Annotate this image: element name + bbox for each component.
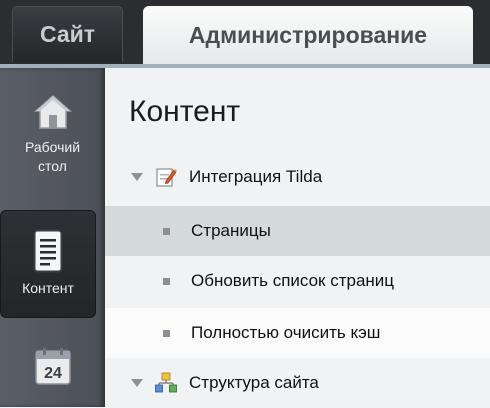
site-structure-icon	[155, 372, 177, 393]
sidebar-item-content[interactable]: Контент	[0, 210, 96, 318]
tab-administration[interactable]: Администрирование	[143, 6, 473, 64]
tree-item-pages[interactable]: Страницы	[105, 206, 490, 256]
sidebar-item-desktop[interactable]: Рабочий стол	[0, 92, 105, 176]
tree-item-label: Структура сайта	[189, 373, 319, 392]
sidebar: Рабочий стол Контент 24	[0, 68, 105, 407]
tree-group-tilda-integration[interactable]: Интеграция Tilda	[105, 152, 490, 202]
tree-item-label: Обновить список страниц	[191, 271, 395, 290]
bullet-icon	[163, 277, 170, 285]
edit-note-icon	[156, 168, 177, 187]
page-title: Контент	[129, 95, 241, 128]
tree-item-clear-cache[interactable]: Полностью очисить кэш	[105, 308, 490, 358]
expand-triangle-icon[interactable]	[131, 173, 143, 181]
bullet-icon	[163, 329, 170, 337]
document-icon	[33, 229, 63, 273]
tree-item-refresh-pages[interactable]: Обновить список страниц	[105, 256, 490, 306]
bullet-icon	[163, 227, 170, 235]
tree-item-label: Полностью очисить кэш	[191, 323, 381, 342]
sidebar-item-label: Рабочий стол	[24, 139, 81, 174]
sidebar-item-calendar[interactable]: 24	[0, 346, 105, 386]
top-bar: Сайт Администрирование	[0, 0, 490, 64]
calendar-day-number: 24	[44, 365, 62, 382]
tree-item-label: Интеграция Tilda	[189, 167, 323, 186]
sidebar-item-label: Контент	[22, 280, 74, 296]
tab-site[interactable]: Сайт	[12, 6, 123, 62]
home-icon	[33, 94, 72, 129]
main-panel: Контент Интеграция Tilda Страницы Обнови…	[105, 68, 490, 407]
calendar-icon: 24	[34, 348, 71, 385]
expand-triangle-icon[interactable]	[131, 379, 143, 387]
tree-group-site-structure[interactable]: Структура сайта	[105, 358, 490, 408]
tree-item-label: Страницы	[191, 221, 271, 240]
